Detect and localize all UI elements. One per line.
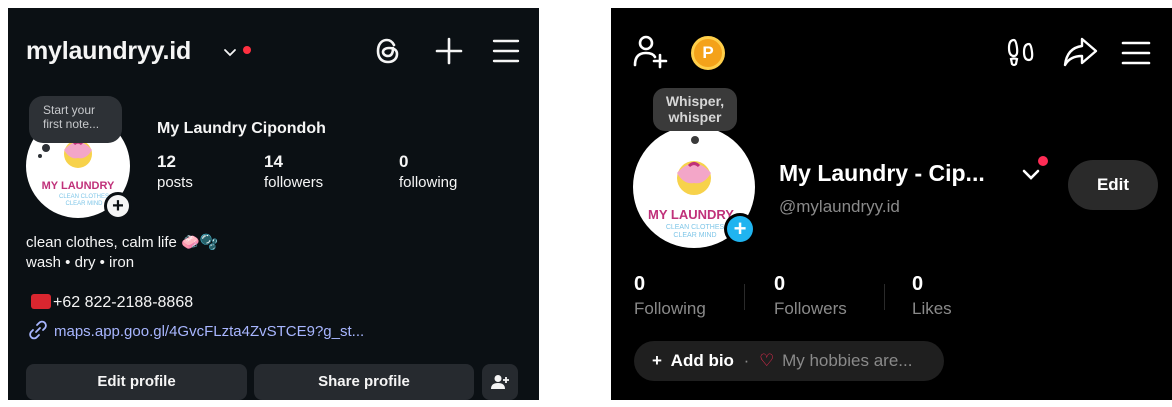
share-profile-button[interactable]: Share profile (254, 364, 474, 400)
followers-label: Followers (774, 299, 847, 318)
following-count: 0 (399, 152, 409, 171)
add-person-icon (491, 375, 509, 389)
posts-count: 12 (157, 152, 176, 171)
note-bubble-tail-small (38, 154, 42, 158)
tiktok-profile-panel: P MY LAUNDRY CLEAN CLOTHES CLEAR MIND Wh… (611, 8, 1172, 400)
svg-text:MY LAUNDRY: MY LAUNDRY (42, 180, 115, 192)
plus-icon: + (727, 216, 753, 242)
svg-text:CLEAN CLOTHES: CLEAN CLOTHES (59, 194, 109, 200)
followers-label: followers (264, 174, 324, 191)
followers-count: 14 (264, 152, 283, 171)
stat-divider (744, 284, 745, 310)
threads-icon[interactable] (374, 36, 402, 66)
likes-stat[interactable]: 0 Likes (912, 273, 952, 319)
following-stat[interactable]: 0 Following (634, 273, 706, 319)
bio-line-2: wash • dry • iron (26, 254, 135, 271)
telephone-icon (31, 294, 51, 309)
add-friend-icon[interactable] (633, 33, 669, 69)
posts-stat[interactable]: 12 posts (157, 152, 193, 191)
svg-text:CLEAR MIND: CLEAR MIND (65, 201, 103, 207)
whisper-bubble-tail (691, 136, 699, 144)
add-bio-button[interactable]: + Add bio · ♡ My hobbies are... (634, 341, 944, 381)
phone-number[interactable]: +62 822-2188-8868 (31, 294, 193, 312)
hamburger-menu-icon[interactable] (492, 38, 520, 64)
whisper-note-bubble[interactable]: Whisper, whisper (653, 88, 737, 131)
stat-divider (884, 284, 885, 310)
followers-stat[interactable]: 0 Followers (774, 273, 847, 319)
coin-icon[interactable]: P (691, 36, 725, 70)
following-label: following (399, 174, 458, 191)
plus-icon: + (107, 195, 129, 217)
heart-icon: ♡ (759, 351, 775, 370)
bio-link[interactable]: maps.app.goo.gl/4GvcFLzta4ZvSTCE9?g_st..… (28, 320, 364, 340)
profile-handle: @mylaundryy.id (779, 197, 900, 216)
discover-people-button[interactable] (482, 364, 518, 400)
svg-text:CLEAR MIND: CLEAR MIND (673, 232, 716, 239)
following-label: Following (634, 299, 706, 318)
create-plus-icon[interactable] (434, 36, 464, 66)
chevron-down-icon[interactable] (1021, 166, 1041, 182)
svg-text:MY LAUNDRY: MY LAUNDRY (648, 207, 734, 222)
notification-dot (243, 46, 251, 54)
followers-count: 0 (774, 273, 786, 295)
note-bubble-tail (42, 144, 50, 152)
hamburger-menu-icon[interactable] (1121, 40, 1151, 66)
edit-profile-button[interactable]: Edit profile (26, 364, 247, 400)
bio-separator: · (743, 351, 750, 370)
plus-icon: + (652, 351, 662, 370)
account-username[interactable]: mylaundryy.id (26, 37, 191, 66)
bio-line-1: clean clothes, calm life 🧼🫧 (26, 234, 219, 251)
followers-stat[interactable]: 14 followers (264, 152, 323, 191)
posts-label: posts (157, 174, 193, 191)
likes-count: 0 (912, 273, 924, 295)
link-text: maps.app.goo.gl/4GvcFLzta4ZvSTCE9?g_st..… (54, 323, 365, 340)
likes-label: Likes (912, 299, 952, 318)
profile-full-name: My Laundry Cipondoh (157, 120, 326, 137)
svg-text:CLEAN CLOTHES: CLEAN CLOTHES (666, 224, 725, 231)
hobby-placeholder: My hobbies are... (782, 351, 913, 370)
link-icon (29, 320, 47, 340)
instagram-profile-panel: mylaundryy.id MY LAUNDRY CLEAN CLOTHES C… (8, 8, 539, 400)
note-bubble[interactable]: Start your first note... (29, 96, 122, 143)
share-arrow-icon[interactable] (1062, 36, 1098, 68)
add-bio-label: Add bio (670, 351, 734, 370)
notification-dot (1038, 156, 1048, 166)
chevron-down-icon[interactable] (222, 44, 238, 60)
phone-text: +62 822-2188-8868 (53, 294, 194, 311)
following-count: 0 (634, 273, 646, 295)
add-story-button[interactable]: + (104, 192, 132, 220)
profile-views-footprint-icon[interactable] (1006, 36, 1038, 68)
edit-button[interactable]: Edit (1068, 160, 1158, 210)
profile-display-name[interactable]: My Laundry - Cip... (779, 160, 985, 187)
add-story-button[interactable]: + (724, 213, 756, 245)
following-stat[interactable]: 0 following (399, 152, 457, 191)
